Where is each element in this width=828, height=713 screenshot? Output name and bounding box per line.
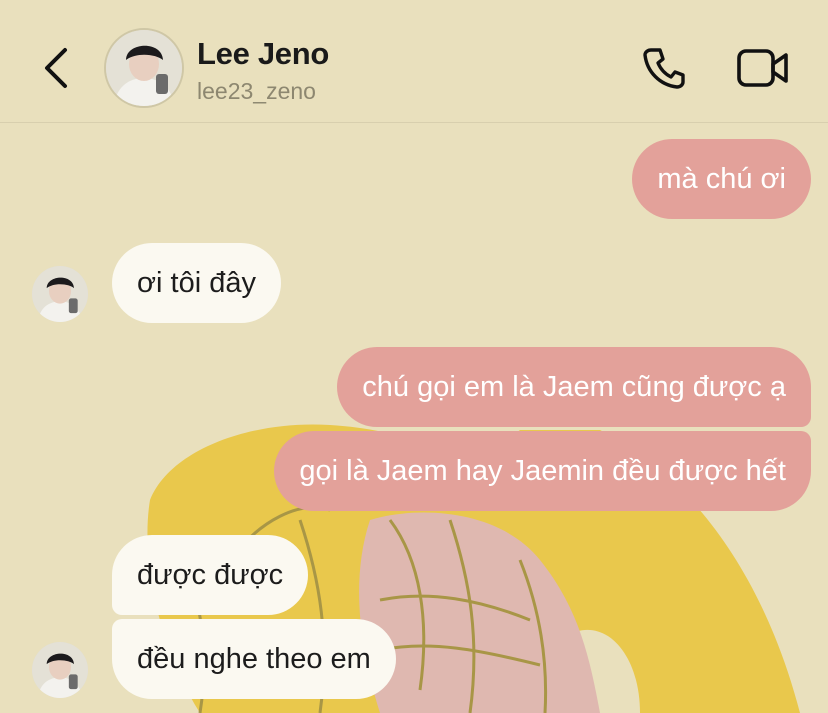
contact-avatar[interactable] bbox=[104, 28, 184, 108]
message-bubble-incoming[interactable]: đều nghe theo em bbox=[112, 619, 396, 699]
back-button[interactable] bbox=[36, 42, 76, 94]
message-avatar[interactable] bbox=[32, 642, 88, 698]
avatar-photo bbox=[106, 30, 182, 106]
message-bubble-incoming[interactable]: được được bbox=[112, 535, 309, 615]
chevron-left-icon bbox=[45, 48, 67, 88]
message-bubble-outgoing[interactable]: mà chú ơi bbox=[632, 139, 811, 219]
avatar-photo bbox=[32, 266, 88, 322]
video-camera-icon bbox=[737, 49, 788, 87]
contact-name[interactable]: Lee Jeno bbox=[197, 36, 329, 72]
message-bubble-outgoing[interactable]: chú gọi em là Jaem cũng được ạ bbox=[337, 347, 811, 427]
contact-username: lee23_zeno bbox=[197, 78, 316, 104]
message-bubble-incoming[interactable]: ơi tôi đây bbox=[112, 243, 281, 323]
voice-call-button[interactable] bbox=[636, 42, 692, 94]
phone-icon bbox=[643, 48, 685, 89]
avatar-photo bbox=[32, 642, 88, 698]
message-bubble-outgoing[interactable]: gọi là Jaem hay Jaemin đều được hết bbox=[274, 431, 811, 511]
chat-header: Lee Jeno lee23_zeno bbox=[0, 0, 828, 123]
video-call-button[interactable] bbox=[734, 42, 792, 94]
message-avatar[interactable] bbox=[32, 266, 88, 322]
